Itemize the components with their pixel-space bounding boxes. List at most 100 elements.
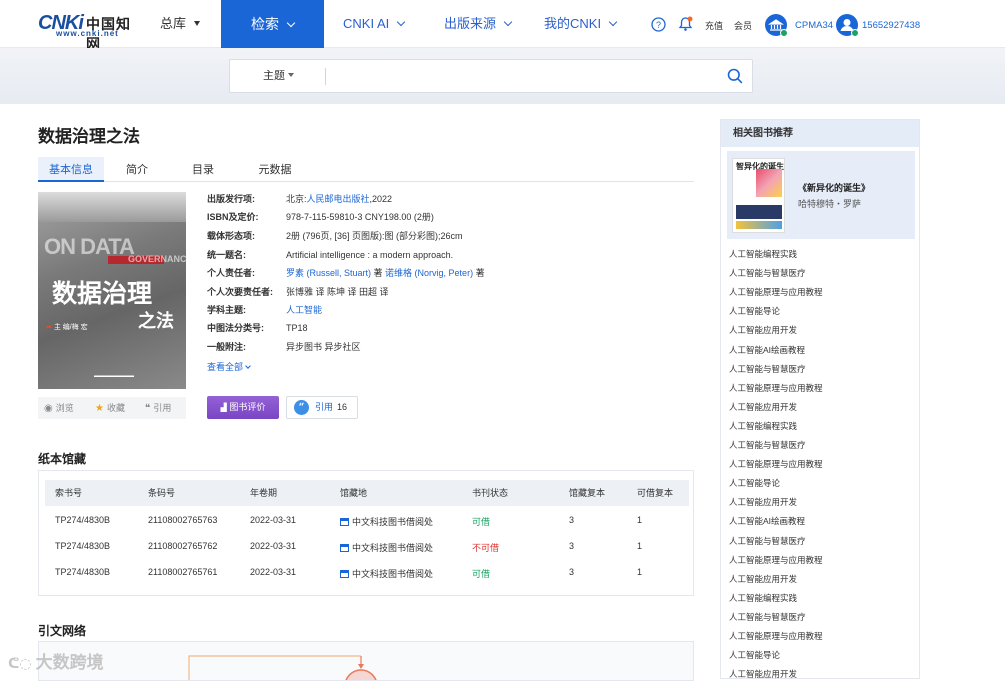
chevron-down-icon [286,18,296,28]
table-header: 索书号 条码号 年卷期 馆藏地 书刊状态 馆藏复本 可借复本 [45,480,689,506]
nav-my-cnki[interactable]: 我的CNKI [544,0,618,48]
help-icon[interactable]: ? [651,17,666,32]
collect-action[interactable]: ★ 收藏 [95,397,125,420]
svg-text:?: ? [656,20,661,30]
table-cell: 3 [569,515,575,525]
nav-search[interactable]: 检索 [221,0,324,48]
view-all-link[interactable]: 查看全部 [207,360,251,373]
recharge-link[interactable]: 充值 [705,19,723,32]
tab-metadata[interactable]: 元数据 [252,157,298,182]
field-text: TP18 [286,323,308,333]
table-cell: 2022-03-31 [250,541,297,551]
table-cell: 21108002765763 [148,515,218,525]
field-label: 个人责任者: [207,268,255,278]
cite-label: 引用 [153,403,172,413]
related-book-item[interactable]: 人工智能导论 [729,477,780,489]
watermark: ᕦ◌ 大数跨境 [8,648,104,673]
related-book-item[interactable]: 人工智能应用开发 [729,668,797,678]
search-icon[interactable] [727,68,743,84]
related-book-item[interactable]: 人工智能与智慧医疗 [729,611,806,623]
related-book-item[interactable]: 人工智能原理与应用教程 [729,554,823,566]
nav-cnki-ai[interactable]: CNKI AI [343,0,406,48]
featured-cover-band [736,205,782,219]
caret-down-icon [288,73,294,77]
table-cell: 不可借 [472,543,500,553]
user-avatar-icon[interactable] [835,13,859,37]
member-link[interactable]: 会员 [734,19,752,32]
column-header: 馆藏复本 [569,488,606,498]
related-book-item[interactable]: 人工智能原理与应用教程 [729,458,823,470]
related-book-item[interactable]: 人工智能与智慧医疗 [729,439,806,451]
field-link[interactable]: 人民邮电出版社 [307,194,370,204]
library-icon [340,570,349,578]
field-text: 异步图书 异步社区 [286,342,361,352]
featured-book[interactable]: 智异化的诞生 《新异化的诞生》 哈特穆特・罗萨 [727,151,915,239]
field-value: 2册 (796页, [36] 页图版):图 (部分彩图);26cm [286,230,463,242]
related-book-item[interactable]: 人工智能编程实践 [729,248,797,260]
related-book-item[interactable]: 人工智能与智慧医疗 [729,267,806,279]
nav-search-label: 检索 [251,16,279,32]
bell-icon[interactable] [678,16,693,32]
holdings-table: 索书号 条码号 年卷期 馆藏地 书刊状态 馆藏复本 可借复本 TP274/4830B 2110… [38,470,694,596]
detail-tabs: 基本信息 简介 目录 元数据 [38,157,694,182]
citation-network-graph[interactable] [38,641,694,681]
field-link[interactable]: 人工智能 [286,305,322,315]
cite-button[interactable]: “ 引用 16 [286,396,358,419]
table-cell: TP274/4830B [55,515,111,525]
nav-sources[interactable]: 出版来源 [444,0,513,48]
table-cell[interactable]: 中文科技图书借阅处 [340,567,433,580]
institution-icon[interactable] [764,13,788,37]
field-label: 一般附注: [207,342,246,352]
cover-title-2: 之法 [138,311,174,332]
cnki-logo[interactable]: CNKi 中国知网 www.cnki.net [38,12,132,53]
browse-action[interactable]: ◉ 浏览 [44,397,74,420]
search-input[interactable] [330,62,720,90]
related-book-item[interactable]: 人工智能应用开发 [729,496,797,508]
related-book-item[interactable]: 人工智能应用开发 [729,573,797,585]
column-header: 书刊状态 [472,488,509,498]
field-value: Artificial intelligence : a modern appro… [286,249,453,261]
book-review-button[interactable]: ▟ 图书评价 [207,396,279,419]
related-book-item[interactable]: 人工智能AI绘画教程 [729,515,805,527]
cover-actions: ◉ 浏览 ★ 收藏 ❝ 引用 [38,397,186,419]
related-book-item[interactable]: 人工智能原理与应用教程 [729,630,823,642]
table-cell: 2022-03-31 [250,567,297,577]
library-dropdown[interactable]: 总库 [160,0,201,48]
field-value: TP18 [286,322,308,334]
quote-icon: ❝ [145,403,151,414]
search-scope-dropdown[interactable]: 主题 [263,60,294,92]
field-label: 统一题名: [207,250,246,260]
tab-toc[interactable]: 目录 [182,157,224,182]
field-link[interactable]: 诺维格 (Norvig, Peter) [385,268,473,278]
related-book-item[interactable]: 人工智能与智慧医疗 [729,535,806,547]
related-book-item[interactable]: 人工智能应用开发 [729,324,797,336]
tab-intro[interactable]: 简介 [116,157,158,182]
featured-cover-art [756,169,782,197]
org-account[interactable]: CPMA34 [795,20,833,31]
location-text: 中文科技图书借阅处 [352,569,434,579]
related-book-item[interactable]: 人工智能与智慧医疗 [729,363,806,375]
cite-action[interactable]: ❝ 引用 [145,397,171,420]
table-row: TP274/4830B 21108002765761 2022-03-31 中文科技图… [45,567,689,581]
related-book-item[interactable]: 人工智能应用开发 [729,401,797,413]
field-text: 著 [473,268,485,278]
field-text: Artificial intelligence : a modern appro… [286,250,454,260]
related-book-item[interactable]: 人工智能原理与应用教程 [729,286,823,298]
related-book-item[interactable]: 人工智能AI绘画教程 [729,344,805,356]
related-book-item[interactable]: 人工智能编程实践 [729,592,797,604]
table-cell[interactable]: 中文科技图书借阅处 [340,515,433,528]
field-link[interactable]: 罗素 (Russell, Stuart) [286,268,371,278]
user-account[interactable]: 15652927438 [862,20,920,31]
table-row: TP274/4830B 21108002765762 2022-03-31 中文科技图… [45,541,689,555]
related-book-item[interactable]: 人工智能编程实践 [729,420,797,432]
related-book-item[interactable]: 人工智能原理与应用教程 [729,382,823,394]
related-book-item[interactable]: 人工智能导论 [729,649,780,661]
tab-basic-info[interactable]: 基本信息 [38,157,104,182]
search-box: 主题 [229,59,753,93]
related-book-item[interactable]: 人工智能导论 [729,305,780,317]
related-books-panel: 相关图书推荐 智异化的诞生 《新异化的诞生》 哈特穆特・罗萨 人工智能编程实践人… [720,119,920,679]
table-cell[interactable]: 中文科技图书借阅处 [340,541,433,554]
chevron-down-icon [503,17,513,27]
featured-book-cover: 智异化的诞生 [732,158,785,233]
field-text: ,2022 [369,194,393,204]
